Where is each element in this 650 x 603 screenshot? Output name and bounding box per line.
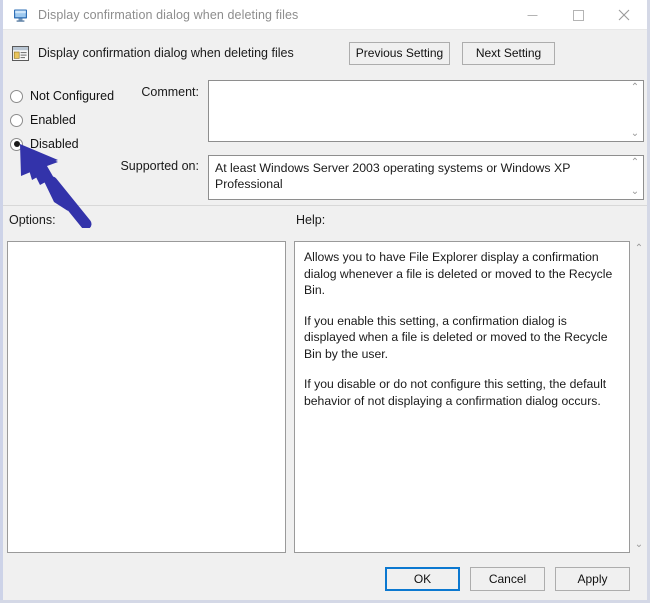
previous-setting-button[interactable]: Previous Setting: [349, 41, 450, 65]
next-setting-button[interactable]: Next Setting: [462, 41, 555, 65]
radio-disabled[interactable]: Disabled: [10, 132, 125, 156]
radio-enabled[interactable]: Enabled: [10, 108, 125, 132]
help-scrollbar[interactable]: ⌃ ⌄: [631, 241, 647, 553]
help-paragraph: Allows you to have File Explorer display…: [304, 250, 613, 297]
chevron-up-icon[interactable]: ⌃: [631, 83, 639, 93]
help-paragraph: If you disable or do not configure this …: [304, 377, 607, 408]
radio-not-configured[interactable]: Not Configured: [10, 84, 125, 108]
footer-button-group: OK Cancel Apply: [385, 567, 630, 591]
setting-state-area: Not Configured Enabled Disabled Comment:…: [3, 75, 647, 205]
supported-on-textbox[interactable]: At least Windows Server 2003 operating s…: [208, 155, 644, 200]
options-label: Options:: [9, 213, 56, 227]
options-panel[interactable]: [7, 241, 286, 553]
close-button[interactable]: [601, 0, 647, 30]
title-bar: Display confirmation dialog when deletin…: [3, 0, 647, 30]
chevron-up-icon[interactable]: ⌃: [635, 244, 643, 254]
window-controls: [509, 0, 647, 29]
chevron-down-icon[interactable]: ⌄: [631, 187, 639, 197]
radio-circle-icon: [10, 113, 23, 127]
setting-header: Display confirmation dialog when deletin…: [3, 31, 647, 75]
chevron-down-icon[interactable]: ⌄: [631, 129, 639, 139]
setting-title: Display confirmation dialog when deletin…: [38, 46, 294, 60]
help-text: Allows you to have File Explorer display…: [304, 249, 620, 409]
minimize-button[interactable]: [509, 0, 555, 30]
computer-monitor-icon: [12, 6, 30, 24]
state-radio-group: Not Configured Enabled Disabled: [10, 84, 125, 156]
section-divider: [3, 205, 647, 206]
maximize-button[interactable]: [555, 0, 601, 30]
chevron-up-icon[interactable]: ⌃: [631, 158, 639, 168]
comment-scrollbar[interactable]: ⌃ ⌄: [627, 81, 643, 141]
help-paragraph: If you enable this setting, a confirmati…: [304, 313, 608, 361]
supported-on-label: Supported on:: [120, 159, 199, 173]
setting-nav-buttons: Previous Setting Next Setting: [349, 41, 555, 65]
ok-button[interactable]: OK: [385, 567, 460, 591]
radio-label: Enabled: [30, 113, 76, 127]
radio-circle-icon: [10, 89, 23, 103]
cancel-button[interactable]: Cancel: [470, 567, 545, 591]
radio-label: Not Configured: [30, 89, 115, 103]
radio-label: Disabled: [30, 137, 79, 151]
apply-button[interactable]: Apply: [555, 567, 630, 591]
comment-textbox[interactable]: ⌃ ⌄: [208, 80, 644, 142]
help-label: Help:: [296, 213, 326, 227]
dialog-footer: OK Cancel Apply: [3, 553, 647, 600]
comment-value: [209, 81, 627, 141]
window-title: Display confirmation dialog when deletin…: [38, 7, 299, 22]
group-policy-setting-dialog: Display confirmation dialog when deletin…: [0, 0, 650, 603]
comment-label: Comment:: [141, 85, 199, 99]
radio-circle-filled-icon: [10, 137, 23, 151]
help-panel: Allows you to have File Explorer display…: [294, 241, 630, 553]
supported-on-scrollbar[interactable]: ⌃ ⌄: [627, 156, 643, 199]
chevron-down-icon[interactable]: ⌄: [635, 540, 643, 550]
supported-on-value: At least Windows Server 2003 operating s…: [215, 161, 571, 191]
policy-setting-window-icon: [12, 45, 29, 61]
